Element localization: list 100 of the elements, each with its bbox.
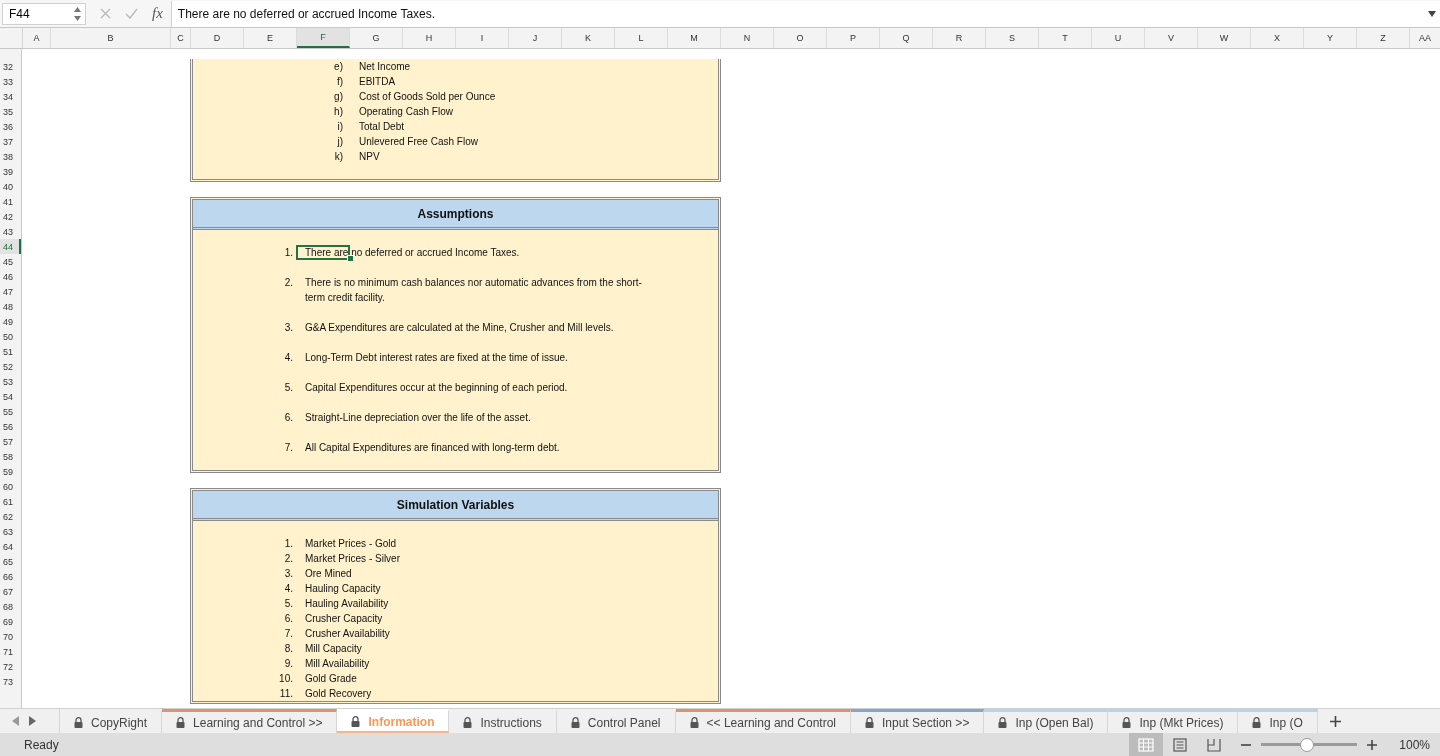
column-header[interactable]: O: [774, 28, 827, 48]
row-header[interactable]: 37: [0, 134, 21, 149]
row-header[interactable]: 72: [0, 659, 21, 674]
column-header[interactable]: J: [509, 28, 562, 48]
slider-thumb[interactable]: [1300, 737, 1315, 752]
row-header[interactable]: 38: [0, 149, 21, 164]
column-header[interactable]: Y: [1304, 28, 1357, 48]
row-header[interactable]: 63: [0, 524, 21, 539]
column-header[interactable]: P: [827, 28, 880, 48]
status-text: Ready: [24, 737, 60, 752]
row-header[interactable]: 36: [0, 119, 21, 134]
row-header[interactable]: 64: [0, 539, 21, 554]
page-break-icon: [1206, 737, 1223, 752]
row-header[interactable]: 70: [0, 629, 21, 644]
zoom-out-icon[interactable]: [1241, 743, 1252, 746]
grid-icon: [1138, 737, 1155, 752]
row-header[interactable]: 73: [0, 674, 21, 689]
row-header[interactable]: 49: [0, 314, 21, 329]
column-header[interactable]: M: [668, 28, 721, 48]
row-header[interactable]: 32: [0, 59, 21, 74]
row-header[interactable]: 60: [0, 479, 21, 494]
column-header[interactable]: T: [1039, 28, 1092, 48]
row-header[interactable]: 48: [0, 299, 21, 314]
zoom-in-icon[interactable]: [1367, 739, 1378, 750]
column-header[interactable]: D: [191, 28, 244, 48]
sheet-tab[interactable]: Inp (O: [1238, 709, 1318, 733]
list-item: Gold Recovery: [305, 688, 373, 699]
next-icon[interactable]: [29, 716, 36, 726]
row-header[interactable]: 69: [0, 614, 21, 629]
list-number: 4.: [283, 583, 293, 594]
row-header[interactable]: 56: [0, 419, 21, 434]
column-header[interactable]: K: [562, 28, 615, 48]
column-header[interactable]: A: [23, 28, 51, 48]
row-header[interactable]: 68: [0, 599, 21, 614]
row-header[interactable]: 57: [0, 434, 21, 449]
column-header[interactable]: X: [1251, 28, 1304, 48]
row-header[interactable]: 66: [0, 569, 21, 584]
column-header[interactable]: Z: [1357, 28, 1410, 48]
row-header[interactable]: 41: [0, 194, 21, 209]
sheet-tab[interactable]: Inp (Mkt Prices): [1108, 709, 1239, 733]
function-button[interactable]: fx: [152, 5, 163, 22]
row-header[interactable]: 67: [0, 584, 21, 599]
list-item: Ore Mined: [305, 568, 353, 579]
row-header[interactable]: 62: [0, 509, 21, 524]
row-header[interactable]: 39: [0, 164, 21, 179]
row-header[interactable]: 61: [0, 494, 21, 509]
column-header[interactable]: Q: [880, 28, 933, 48]
row-header[interactable]: 42: [0, 209, 21, 224]
column-header[interactable]: U: [1092, 28, 1145, 48]
column-header[interactable]: F: [297, 28, 350, 48]
row-header[interactable]: 44: [0, 239, 21, 254]
formula-field[interactable]: There are no deferred or accrued Income Taxes.: [170, 0, 1440, 27]
list-item: Straight-Line depreciation over the life of the asset.: [305, 411, 532, 425]
sheet-tab[interactable]: Learning and Control >>: [162, 709, 338, 733]
row-header[interactable]: 46: [0, 269, 21, 284]
row-header[interactable]: 45: [0, 254, 21, 269]
column-header[interactable]: V: [1145, 28, 1198, 48]
caret-icon[interactable]: [1428, 10, 1436, 17]
list-item: Capital Expenditures occur at the beginning of each period.: [305, 381, 569, 395]
list-item: There are no deferred or accrued Income Taxes.: [296, 245, 650, 260]
row-header[interactable]: 43: [0, 224, 21, 239]
row-header[interactable]: 51: [0, 344, 21, 359]
row-header[interactable]: 40: [0, 179, 21, 194]
row-header[interactable]: 52: [0, 359, 21, 374]
row-header[interactable]: 65: [0, 554, 21, 569]
column-header[interactable]: L: [615, 28, 668, 48]
row-header[interactable]: 59: [0, 464, 21, 479]
row-header[interactable]: 34: [0, 89, 21, 104]
column-header[interactable]: S: [986, 28, 1039, 48]
name-box[interactable]: F44: [2, 2, 86, 25]
list-item: Mill Availability: [305, 658, 371, 669]
sheet-tab[interactable]: << Learning and Control: [675, 709, 851, 733]
list-number: 7.: [283, 628, 293, 639]
row-header[interactable]: 71: [0, 644, 21, 659]
column-header[interactable]: R: [933, 28, 986, 48]
row-header[interactable]: 47: [0, 284, 21, 299]
row-header[interactable]: 33: [0, 74, 21, 89]
column-header[interactable]: I: [456, 28, 509, 48]
sheet-tab[interactable]: Input Section >>: [851, 709, 985, 733]
column-header[interactable]: B: [51, 28, 171, 48]
column-header[interactable]: N: [721, 28, 774, 48]
checkmark-icon[interactable]: [125, 8, 138, 19]
list-item: Total Debt: [359, 121, 405, 132]
view-button[interactable]: [1129, 733, 1164, 756]
row-header[interactable]: 35: [0, 104, 21, 119]
column-header[interactable]: W: [1198, 28, 1251, 48]
row-header[interactable]: 50: [0, 329, 21, 344]
column-header[interactable]: C: [171, 28, 191, 48]
sheet-tab[interactable]: Inp (Open Bal): [984, 709, 1109, 733]
list-item: NPV: [359, 151, 380, 162]
row-header[interactable]: 55: [0, 404, 21, 419]
column-header[interactable]: H: [403, 28, 456, 48]
row-header[interactable]: 54: [0, 389, 21, 404]
column-header[interactable]: G: [350, 28, 403, 48]
close-icon[interactable]: [100, 8, 111, 19]
previous-icon[interactable]: [12, 716, 19, 726]
row-header[interactable]: 53: [0, 374, 21, 389]
column-header[interactable]: AA: [1410, 28, 1440, 48]
stepper-icon[interactable]: [74, 6, 81, 21]
row-header[interactable]: 58: [0, 449, 21, 464]
